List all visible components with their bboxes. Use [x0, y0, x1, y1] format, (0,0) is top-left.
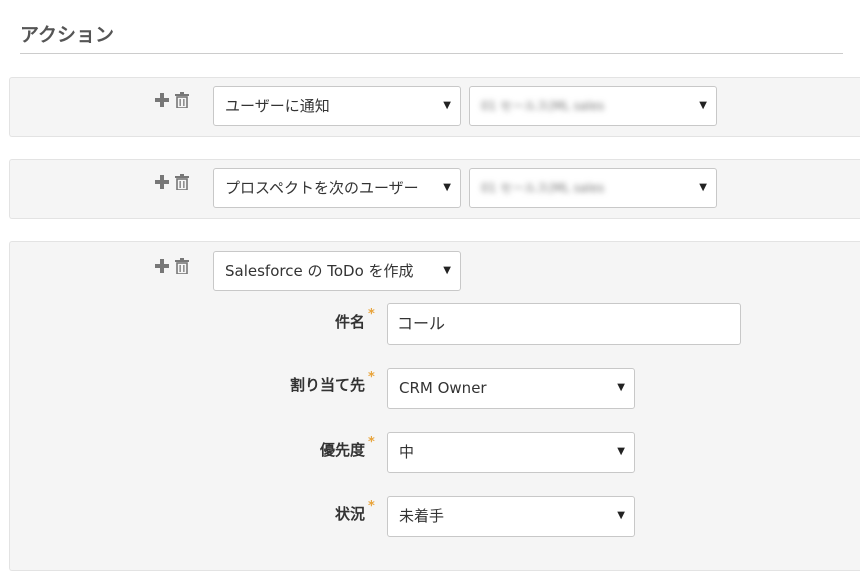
trash-icon[interactable]	[175, 92, 189, 108]
action-target-value: 01 セールス(ML sales	[481, 181, 605, 195]
action-type-value: Salesforce の ToDo を作成	[225, 262, 414, 280]
caret-down-icon: ▼	[443, 182, 451, 193]
action-target-select-1[interactable]: 01 セールス(ML sales ▼	[469, 86, 717, 126]
action-target-select-2[interactable]: 01 セールス(ML sales ▼	[469, 168, 717, 208]
priority-select[interactable]: 中 ▼	[387, 432, 635, 473]
caret-down-icon: ▼	[617, 382, 625, 393]
action-row-1: ユーザーに通知 ▼ 01 セールス(ML sales ▼	[9, 77, 860, 137]
assignee-value: CRM Owner	[399, 379, 487, 397]
caret-down-icon: ▼	[699, 182, 707, 193]
action-target-value: 01 セールス(ML sales	[481, 99, 605, 113]
caret-down-icon: ▼	[443, 100, 451, 111]
trash-icon[interactable]	[175, 174, 189, 190]
action-type-select-2[interactable]: プロスペクトを次のユーザー ▼	[213, 168, 461, 208]
action-row-3: Salesforce の ToDo を作成 ▼ 件名 * コール 割り当て先 *…	[9, 241, 860, 571]
status-label: 状況	[334, 505, 365, 523]
assignee-select[interactable]: CRM Owner ▼	[387, 368, 635, 409]
status-select[interactable]: 未着手 ▼	[387, 496, 635, 537]
plus-icon[interactable]	[155, 259, 169, 275]
required-mark: *	[368, 307, 375, 322]
plus-icon[interactable]	[155, 175, 169, 191]
action-type-select-1[interactable]: ユーザーに通知 ▼	[213, 86, 461, 126]
action-type-value: ユーザーに通知	[225, 97, 330, 115]
caret-down-icon: ▼	[699, 100, 707, 111]
status-value: 未着手	[399, 507, 445, 525]
subject-input[interactable]: コール	[387, 303, 741, 345]
action-row-2: プロスペクトを次のユーザー ▼ 01 セールス(ML sales ▼	[9, 159, 860, 219]
action-type-select-3[interactable]: Salesforce の ToDo を作成 ▼	[213, 251, 461, 291]
caret-down-icon: ▼	[617, 446, 625, 457]
section-divider	[20, 53, 843, 54]
plus-icon[interactable]	[155, 93, 169, 109]
required-mark: *	[368, 370, 375, 385]
assignee-label: 割り当て先	[289, 376, 365, 394]
subject-label: 件名	[334, 313, 365, 331]
priority-value: 中	[399, 443, 415, 461]
required-mark: *	[368, 499, 375, 514]
section-title: アクション	[20, 24, 115, 46]
required-mark: *	[368, 435, 375, 450]
caret-down-icon: ▼	[617, 510, 625, 521]
priority-label: 優先度	[319, 441, 365, 459]
action-type-value: プロスペクトを次のユーザー	[225, 179, 419, 197]
trash-icon[interactable]	[175, 258, 189, 274]
subject-value: コール	[397, 314, 446, 333]
caret-down-icon: ▼	[443, 265, 451, 276]
